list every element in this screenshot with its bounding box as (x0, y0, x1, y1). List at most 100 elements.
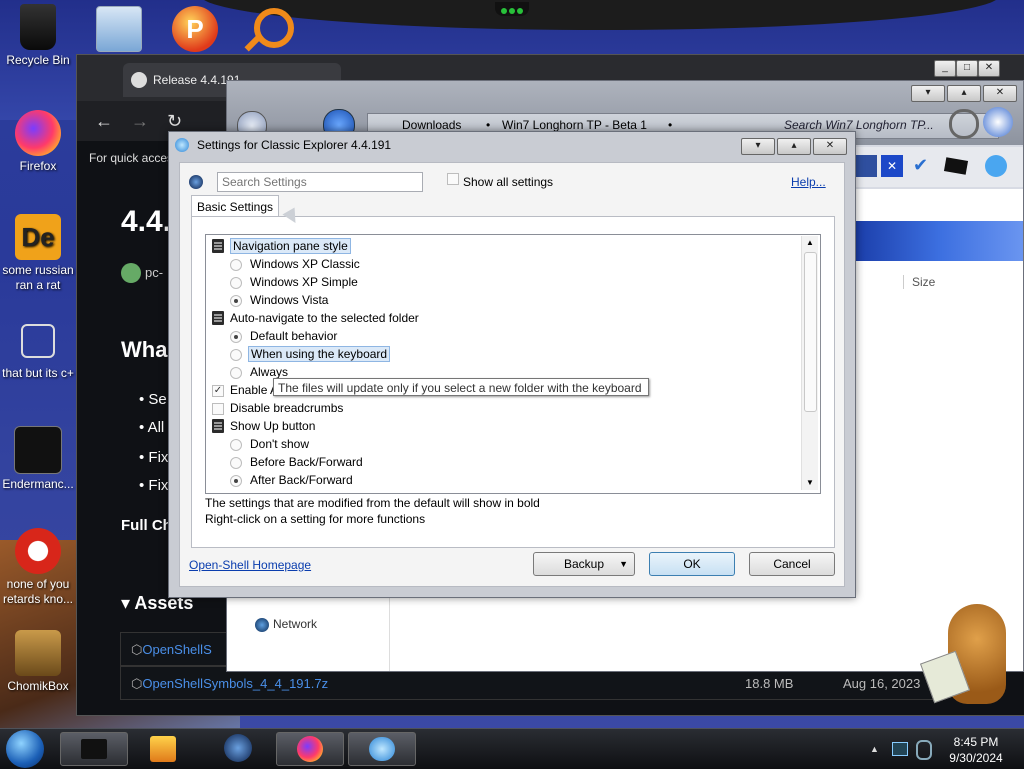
reload-icon[interactable]: ↻ (167, 111, 182, 132)
quick-access-text: For quick acces (89, 151, 174, 165)
back-icon[interactable]: ← (95, 111, 113, 132)
breadcrumb-sep: • (486, 118, 491, 132)
search-icon[interactable] (949, 109, 979, 139)
breadcrumb-folder[interactable]: Win7 Longhorn TP - Beta 1 (502, 118, 647, 132)
radio-checked-icon (230, 331, 242, 343)
column-header-size[interactable]: Size (903, 275, 935, 289)
search-magnifier-icon[interactable] (254, 8, 294, 48)
folder-icon (81, 739, 107, 759)
tree-radio-xp-simple[interactable]: Windows XP Simple (230, 273, 358, 291)
star-icon[interactable] (983, 107, 1013, 137)
explorer-search[interactable]: Search Win7 Longhorn TP... (784, 118, 934, 132)
p-app-icon[interactable]: P (172, 6, 218, 52)
delete-icon[interactable]: ✕ (881, 155, 903, 177)
settings-icon[interactable] (985, 155, 1007, 177)
media-player-icon[interactable] (150, 736, 176, 762)
globe-icon (189, 175, 203, 189)
globe-icon[interactable] (224, 734, 252, 762)
tree-check-breadcrumbs[interactable]: Disable breadcrumbs (210, 399, 343, 417)
tree-check-enable[interactable]: ✓ Enable A (210, 381, 278, 399)
tree-radio-dont-show[interactable]: Don't show (230, 435, 309, 453)
network-icon (255, 618, 269, 632)
taskbar-classic-explorer[interactable] (348, 732, 416, 766)
scroll-up-icon[interactable]: ▲ (806, 238, 814, 247)
tray-expand-icon[interactable]: ▲ (870, 744, 879, 754)
tree-scrollbar[interactable]: ▲ ▼ (801, 236, 818, 490)
copy-icon[interactable] (855, 155, 877, 177)
desktop-icon-endermanch[interactable]: Endermanc... (0, 426, 76, 492)
tree-radio-xp-classic[interactable]: Windows XP Classic (230, 255, 360, 273)
dropdown-arrow-icon: ▼ (619, 559, 628, 569)
tab-basic-settings[interactable]: Basic Settings (191, 195, 279, 218)
wallpaper-device (495, 2, 529, 16)
maximize-button[interactable]: ▴ (777, 138, 811, 155)
close-button[interactable]: ✕ (983, 85, 1017, 102)
asset-date: Aug 16, 2023 (843, 676, 921, 691)
taskbar-explorer[interactable] (60, 732, 128, 766)
author-text[interactable]: pc- (145, 265, 163, 280)
scroll-down-icon[interactable]: ▼ (806, 478, 814, 487)
desktop-icon-firefox[interactable]: Firefox (0, 110, 76, 174)
minimize-button[interactable]: ▾ (741, 138, 775, 155)
tree-radio-keyboard[interactable]: When using the keyboard (230, 345, 391, 363)
settings-group-icon (212, 239, 224, 253)
tray-icon[interactable] (916, 740, 932, 760)
copy-icon (21, 324, 55, 358)
note-bold: The settings that are modified from the … (205, 496, 540, 510)
taskbar-firefox[interactable] (276, 732, 344, 766)
help-link[interactable]: Help... (791, 175, 826, 189)
radio-icon (230, 439, 242, 451)
release-heading: 4.4. (121, 205, 172, 238)
check-icon[interactable]: ✔ (913, 155, 928, 176)
firefox-icon (15, 110, 61, 156)
search-settings-input[interactable] (217, 172, 423, 192)
maximize-button[interactable]: □ (956, 60, 978, 77)
tree-radio-vista[interactable]: Windows Vista (230, 291, 328, 309)
radio-icon (230, 277, 242, 289)
settings-group-icon (212, 311, 224, 325)
settings-dialog: Settings for Classic Explorer 4.4.191 ▾ … (168, 131, 856, 598)
scrollbar-thumb[interactable] (804, 252, 817, 412)
desktop-icon-label: Recycle Bin (6, 53, 70, 67)
led-icon (517, 8, 523, 14)
close-button[interactable]: ✕ (978, 60, 1000, 77)
tree-radio-after[interactable]: After Back/Forward (230, 471, 353, 489)
tree-radio-before[interactable]: Before Back/Forward (230, 453, 363, 471)
cancel-button[interactable]: Cancel (749, 552, 835, 576)
ok-button[interactable]: OK (649, 552, 735, 576)
taskbar-clock[interactable]: 8:45 PM 9/30/2024 (936, 734, 1016, 766)
radio-icon (230, 367, 242, 379)
full-changelog-link[interactable]: Full Ch (121, 517, 172, 534)
tree-radio-default[interactable]: Default behavior (230, 327, 337, 345)
backup-button[interactable]: Backup ▼ (533, 552, 635, 576)
tree-group-auto-navigate[interactable]: Auto-navigate to the selected folder (210, 309, 419, 327)
maximize-button[interactable]: ▴ (947, 85, 981, 102)
desktop-icon-label: ChomikBox (7, 679, 69, 693)
homepage-link[interactable]: Open-Shell Homepage (189, 558, 311, 572)
desktop-icon-chomikbox[interactable]: ChomikBox (0, 630, 76, 694)
desktop-icon-recycle-bin[interactable]: Recycle Bin (0, 4, 76, 68)
pictures-icon[interactable] (96, 6, 142, 52)
asset-name[interactable]: OpenShellSymbols_4_4_191.7z (142, 676, 328, 691)
nav-network[interactable]: Network (273, 617, 317, 631)
show-all-label[interactable]: Show all settings (463, 175, 553, 189)
minimize-button[interactable]: ▾ (911, 85, 945, 102)
show-all-checkbox[interactable] (447, 173, 459, 185)
settings-group-icon (212, 419, 224, 433)
network-tray-icon[interactable] (892, 742, 908, 756)
settings-tree[interactable]: Navigation pane style Windows XP Classic… (205, 234, 821, 494)
tree-group-navigation-pane[interactable]: Navigation pane style (210, 237, 351, 255)
desktop-icon-copy[interactable]: that but its c+ (0, 320, 76, 381)
minimize-button[interactable]: _ (934, 60, 956, 77)
close-button[interactable]: ✕ (813, 138, 847, 155)
breadcrumb-downloads[interactable]: Downloads (402, 118, 461, 132)
desktop-icon-label: Firefox (19, 159, 57, 173)
tree-group-up-button[interactable]: Show Up button (210, 417, 315, 435)
recycle-bin-icon (20, 4, 56, 50)
start-button[interactable] (6, 730, 44, 768)
avatar[interactable] (121, 263, 141, 283)
desktop-icon-rat[interactable]: De some russian ran a rat (0, 214, 76, 293)
forward-icon[interactable]: → (131, 111, 149, 132)
asset-name[interactable]: OpenShellS (142, 642, 211, 657)
desktop-icon-red-app[interactable]: none of you retards kno... (0, 528, 76, 607)
